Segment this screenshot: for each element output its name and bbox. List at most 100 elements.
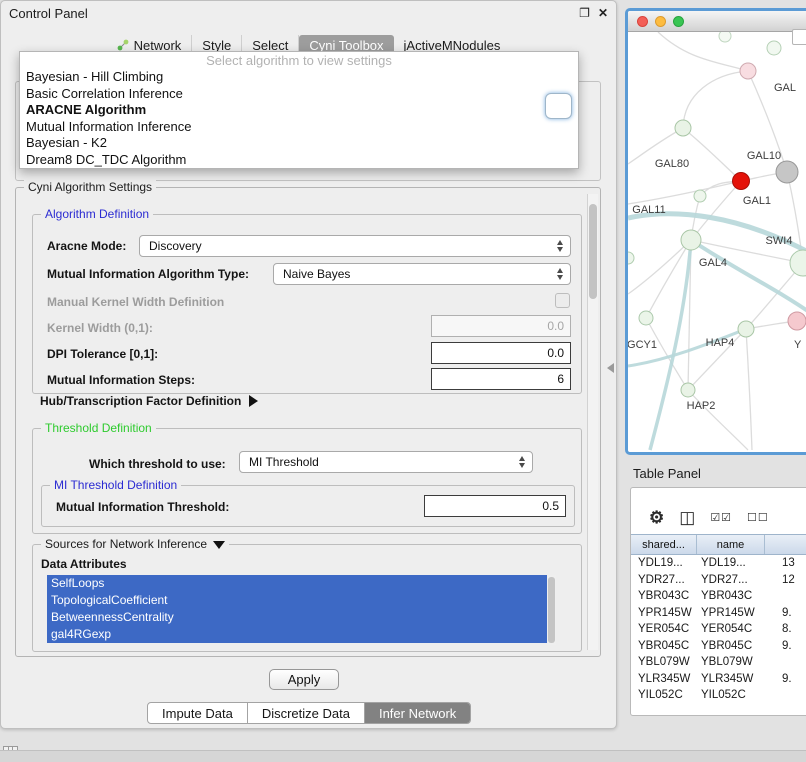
mi-type-value: Naive Bayes <box>283 267 350 281</box>
cyni-algorithm-settings-group: Cyni Algorithm Settings Algorithm Defini… <box>15 187 601 657</box>
cell: YBR043C <box>631 590 697 602</box>
dropdown-item[interactable]: Bayesian - Hill Climbing <box>20 69 578 86</box>
table-row[interactable]: YBL079WYBL079W <box>631 654 806 671</box>
table-panel-title: Table Panel <box>633 466 701 481</box>
table-row[interactable]: YER054CYER054C8. <box>631 621 806 638</box>
control-panel-titlebar: Control Panel ❐ ✕ <box>1 1 616 25</box>
dpi-tolerance-input[interactable] <box>431 342 571 364</box>
cell: YBR045C <box>631 640 697 652</box>
sources-expander[interactable]: Sources for Network Inference <box>41 537 229 551</box>
focused-spinner-button[interactable] <box>545 93 572 119</box>
close-window-button[interactable] <box>637 16 648 27</box>
table-row[interactable]: YDR27...YDR27...12 <box>631 572 806 589</box>
table-toolbar: ⚙ ◫ ☑☑ ☐☐ <box>631 488 806 534</box>
list-scrollbar[interactable] <box>547 575 556 645</box>
network-node[interactable] <box>767 41 781 55</box>
table-row[interactable]: YBR043CYBR043C <box>631 588 806 605</box>
float-window-icon[interactable]: ❐ <box>579 7 590 19</box>
network-node[interactable] <box>719 32 731 42</box>
dropdown-item[interactable]: Bayesian - K2 <box>20 135 578 152</box>
network-node[interactable] <box>790 250 806 276</box>
chevron-updown-icon <box>557 268 563 280</box>
column-header[interactable]: name <box>697 535 765 554</box>
node-gcy1[interactable] <box>639 311 653 325</box>
node-label: GCY1 <box>628 339 657 351</box>
network-node[interactable] <box>694 190 706 202</box>
control-panel-window: Control Panel ❐ ✕ Network Style Select C… <box>0 0 617 729</box>
chevron-updown-icon <box>557 240 563 252</box>
mi-type-label: Mutual Information Algorithm Type: <box>47 267 249 281</box>
table-row[interactable]: YPR145WYPR145W9. <box>631 605 806 622</box>
expand-down-icon <box>213 541 225 549</box>
node-hap2[interactable] <box>681 383 695 397</box>
node-gal4[interactable] <box>681 230 701 250</box>
cell: 9. <box>765 607 806 619</box>
cell: YDL19... <box>697 557 765 569</box>
network-node[interactable] <box>628 252 634 264</box>
dropdown-item[interactable]: Basic Correlation Inference <box>20 85 578 102</box>
data-attributes-label: Data Attributes <box>41 557 127 571</box>
gear-icon[interactable]: ⚙ <box>649 508 664 528</box>
clear-checks-icon[interactable]: ☐☐ <box>747 511 769 524</box>
mi-steps-input[interactable] <box>431 368 571 390</box>
which-threshold-select[interactable]: MI Threshold <box>239 451 533 473</box>
node-gal10-red[interactable] <box>733 173 750 190</box>
column-header[interactable] <box>765 535 806 554</box>
cell: 13 <box>765 557 806 569</box>
cell: YBL079W <box>631 656 697 668</box>
node-label: HAP2 <box>687 400 716 412</box>
sources-group: Sources for Network Inference Data Attri… <box>32 544 582 652</box>
node-gal80[interactable] <box>675 120 691 136</box>
aracne-mode-select[interactable]: Discovery <box>139 235 571 257</box>
settings-scrollbar[interactable] <box>587 194 598 650</box>
network-scroll-corner[interactable] <box>792 29 806 45</box>
cell: YDL19... <box>631 557 697 569</box>
table-row[interactable]: YBR045CYBR045C9. <box>631 638 806 655</box>
dropdown-item[interactable]: Dream8 DC_TDC Algorithm <box>20 151 578 168</box>
table-header: shared... name <box>631 534 806 555</box>
scrollbar-thumb[interactable] <box>548 577 555 643</box>
tab-infer-network[interactable]: Infer Network <box>365 703 470 723</box>
scrollbar-thumb[interactable] <box>589 204 597 299</box>
zoom-window-button[interactable] <box>673 16 684 27</box>
select-all-checks-icon[interactable]: ☑☑ <box>710 511 732 524</box>
column-header[interactable]: shared... <box>631 535 697 554</box>
cell: YIL052C <box>697 689 765 701</box>
status-bar <box>0 750 806 762</box>
tab-impute-data[interactable]: Impute Data <box>148 703 248 723</box>
expand-right-icon <box>249 395 258 407</box>
table-row[interactable]: YDL19...YDL19...13 <box>631 555 806 572</box>
mi-algorithm-type-select[interactable]: Naive Bayes <box>273 263 571 285</box>
algorithm-definition-group: Algorithm Definition Aracne Mode: Discov… <box>32 214 582 394</box>
table-row[interactable]: YLR345WYLR345W9. <box>631 671 806 688</box>
which-threshold-label: Which threshold to use: <box>89 457 226 471</box>
cell: YDR27... <box>631 574 697 586</box>
columns-icon[interactable]: ◫ <box>679 508 695 528</box>
cell: YER054C <box>697 623 765 635</box>
attribute-item[interactable]: TopologicalCoefficient <box>47 592 547 609</box>
attribute-item[interactable]: gal4RGexp <box>47 626 547 643</box>
mi-threshold-input[interactable] <box>424 495 566 517</box>
attribute-item[interactable]: BetweennessCentrality <box>47 609 547 626</box>
network-canvas[interactable]: GAL80 GAL10 GAL11 GAL1 SWI4 GAL4 GCY1 HA… <box>628 32 806 452</box>
cell: YIL052C <box>631 689 697 701</box>
table-row[interactable]: YIL052CYIL052C <box>631 687 806 704</box>
node-hap4[interactable] <box>738 321 754 337</box>
tab-discretize-data[interactable]: Discretize Data <box>248 703 365 723</box>
splitter-collapse-icon[interactable] <box>607 363 614 373</box>
network-node-pink[interactable] <box>788 312 806 330</box>
node-label: GAL <box>774 82 796 94</box>
dropdown-item-selected[interactable]: ARACNE Algorithm <box>20 102 578 119</box>
cell: 8. <box>765 623 806 635</box>
dropdown-item[interactable]: Mutual Information Inference <box>20 118 578 135</box>
network-node-pink[interactable] <box>740 63 756 79</box>
close-panel-icon[interactable]: ✕ <box>598 7 608 19</box>
hub-definition-expander[interactable]: Hub/Transcription Factor Definition <box>40 394 258 408</box>
network-node-gray[interactable] <box>776 161 798 183</box>
cell: YPR145W <box>697 607 765 619</box>
network-view-window: GAL80 GAL10 GAL11 GAL1 SWI4 GAL4 GCY1 HA… <box>625 8 806 455</box>
attribute-item[interactable]: SelfLoops <box>47 575 547 592</box>
apply-button[interactable]: Apply <box>269 669 339 690</box>
minimize-window-button[interactable] <box>655 16 666 27</box>
cell: YDR27... <box>697 574 765 586</box>
